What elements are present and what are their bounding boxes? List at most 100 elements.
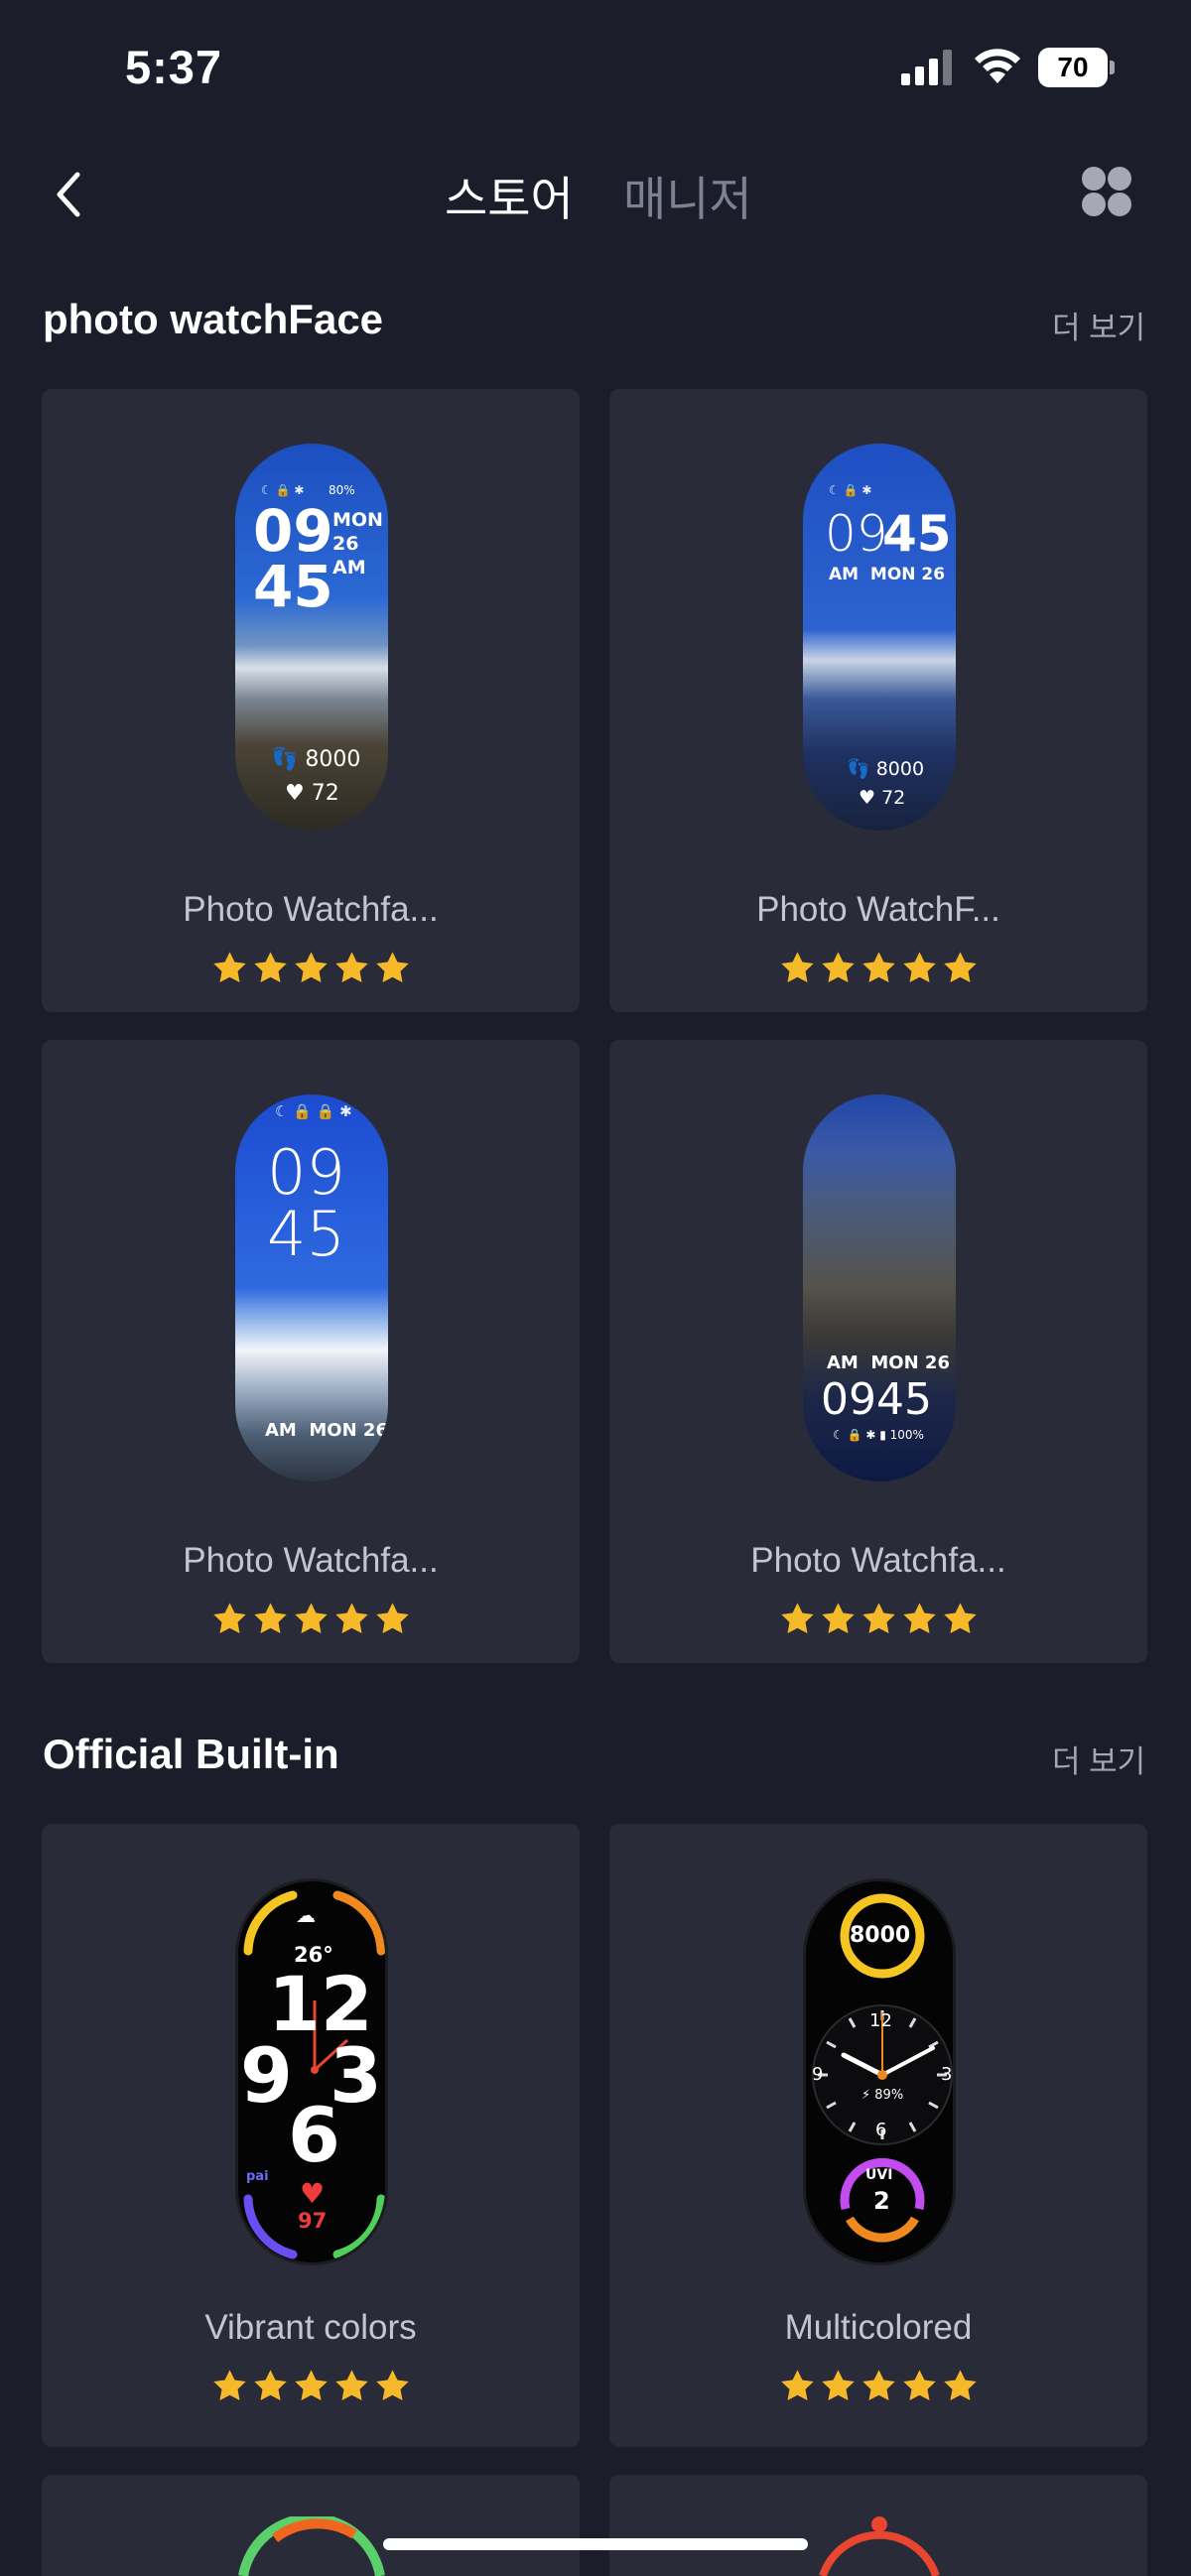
dial-number-6: 6 [875,2120,887,2140]
uvi-value: 2 [873,2187,890,2215]
grid-menu-icon[interactable] [1080,165,1133,218]
watch-time: 0945 [821,1374,932,1425]
watchface-preview: ☾ 🔒 🔒 ✱ 09 45 AM MON 26 [235,1095,388,1481]
star-icon [212,952,246,982]
heart-icon: ♥ [285,781,305,806]
star-icon [821,2370,855,2400]
watch-date: 26 [332,533,359,555]
watch-ampm: AM [332,557,366,579]
watch-hour: 09 [267,1136,345,1209]
dial-number-9: 9 [812,2064,824,2085]
cellular-signal-icon [901,50,952,85]
star-icon [375,952,409,982]
battery-indicator: 70 [1038,48,1116,87]
watchface-card[interactable]: ☾ 🔒 🔒 ✱ 09 45 AM MON 26 Photo Watchfa... [42,1040,580,1663]
star-icon [334,952,368,982]
tab-store[interactable]: 스토어 [445,161,574,229]
battery-level: 70 [1038,48,1108,87]
top-navigation: 스토어 매니저 [0,149,1191,238]
star-icon [821,952,855,982]
star-icon [780,952,814,982]
status-time: 5:37 [125,41,223,93]
status-bar: 5:37 70 [0,0,1191,134]
pai-label: pai [246,2169,269,2184]
dial-number-6: 6 [288,2091,340,2179]
watchface-preview: ☾ 🔒 ✱ 80% 09 45 MON 26 AM 👣 8000 ♥ 72 [235,444,388,831]
tab-manager[interactable]: 매니저 [623,161,752,229]
star-icon [294,2370,328,2400]
star-icon [253,952,287,982]
card-label: Vibrant colors [204,2308,417,2347]
star-icon [861,952,895,982]
rating-stars [42,2368,580,2404]
watchface-card[interactable]: ☾ 🔒 ✱ 80% 09 45 MON 26 AM 👣 8000 ♥ 72 Ph… [42,389,580,1012]
section-title-photo-watchface: photo watchFace [43,296,384,342]
star-icon [294,1603,328,1633]
watch-battery-text: 100% [889,1428,924,1442]
rating-stars [609,1601,1147,1637]
home-indicator[interactable] [383,2538,808,2550]
wifi-icon [975,49,1020,83]
star-icon [902,952,936,982]
watch-heart: 72 [881,787,906,809]
star-icon [943,1603,977,1633]
watchface-preview: ☁ 26° 12 9 3 6 pai ♥ 97 [235,1878,388,2265]
watch-battery-text: 89% [874,2088,904,2103]
card-label: Multicolored [784,2308,973,2347]
watchface-preview [819,2516,940,2576]
watch-heart: 97 [298,2209,328,2233]
status-icons: ☾ 🔒 ✱ ▮ [833,1428,886,1442]
watch-minute: 45 [267,1198,345,1270]
watchface-card[interactable]: ☁ 26° 12 9 3 6 pai ♥ 97 Vibrant colors [42,1824,580,2447]
watchface-card[interactable]: AM MON 26 0945 ☾ 🔒 ✱ ▮ 100% Photo Watchf… [609,1040,1147,1663]
watch-steps: 8000 [875,758,925,780]
card-label: Photo Watchfa... [183,890,439,929]
more-link-official-built-in[interactable]: 더 보기 [1052,1737,1145,1781]
watchface-card[interactable] [42,2475,580,2576]
rating-stars [609,2368,1147,2404]
star-icon [902,1603,936,1633]
star-icon [375,1603,409,1633]
dial-number-9: 9 [240,2031,293,2120]
watchface-card[interactable] [609,2475,1147,2576]
star-icon [943,952,977,982]
star-icon [212,2370,246,2400]
watch-hour: 09 [825,505,888,563]
star-icon [861,1603,895,1633]
star-icon [943,2370,977,2400]
watch-ampm-day: AM MON 26 [827,1352,950,1373]
watchface-preview [238,2516,385,2576]
star-icon [253,2370,287,2400]
card-label: Photo Watchfa... [183,1541,439,1580]
watchface-card[interactable]: ☾ 🔒 ✱ 09 45 AM MON 26 👣 8000 ♥ 72 Photo … [609,389,1147,1012]
star-icon [334,2370,368,2400]
rating-stars [42,950,580,986]
watchface-card[interactable]: 8000 12 9 3 6 ⚡ 89% UVI 2 Multicolored [609,1824,1147,2447]
star-icon [902,2370,936,2400]
watch-ampm-day: AM MON 26 [265,1420,388,1441]
star-icon [780,1603,814,1633]
star-icon [212,1603,246,1633]
watch-heart: 72 [311,781,339,806]
star-icon [334,1603,368,1633]
heart-icon: ♥ [859,787,876,809]
watch-minute: 45 [882,505,952,563]
heart-icon: ♥ [300,2177,326,2210]
card-label: Photo Watchfa... [750,1541,1006,1580]
watchface-preview: AM MON 26 0945 ☾ 🔒 ✱ ▮ 100% [803,1095,956,1481]
dial-number-12: 12 [869,2010,892,2031]
rating-stars [42,1601,580,1637]
uvi-label: UVI [865,2167,893,2183]
dial-number-3: 3 [941,2064,953,2085]
section-title-official-built-in: Official Built-in [43,1731,339,1777]
back-chevron-icon[interactable] [50,169,89,220]
star-icon [375,2370,409,2400]
rating-stars [609,950,1147,986]
lightning-icon: ⚡ [861,2088,871,2103]
watchface-preview: 8000 12 9 3 6 ⚡ 89% UVI 2 [803,1878,956,2265]
watch-steps: 8000 [305,747,361,772]
watch-battery-text: 80% [329,483,355,497]
steps-icon: 👣 [847,758,870,780]
battery-nub [1110,61,1115,74]
more-link-photo-watchface[interactable]: 더 보기 [1052,303,1145,347]
